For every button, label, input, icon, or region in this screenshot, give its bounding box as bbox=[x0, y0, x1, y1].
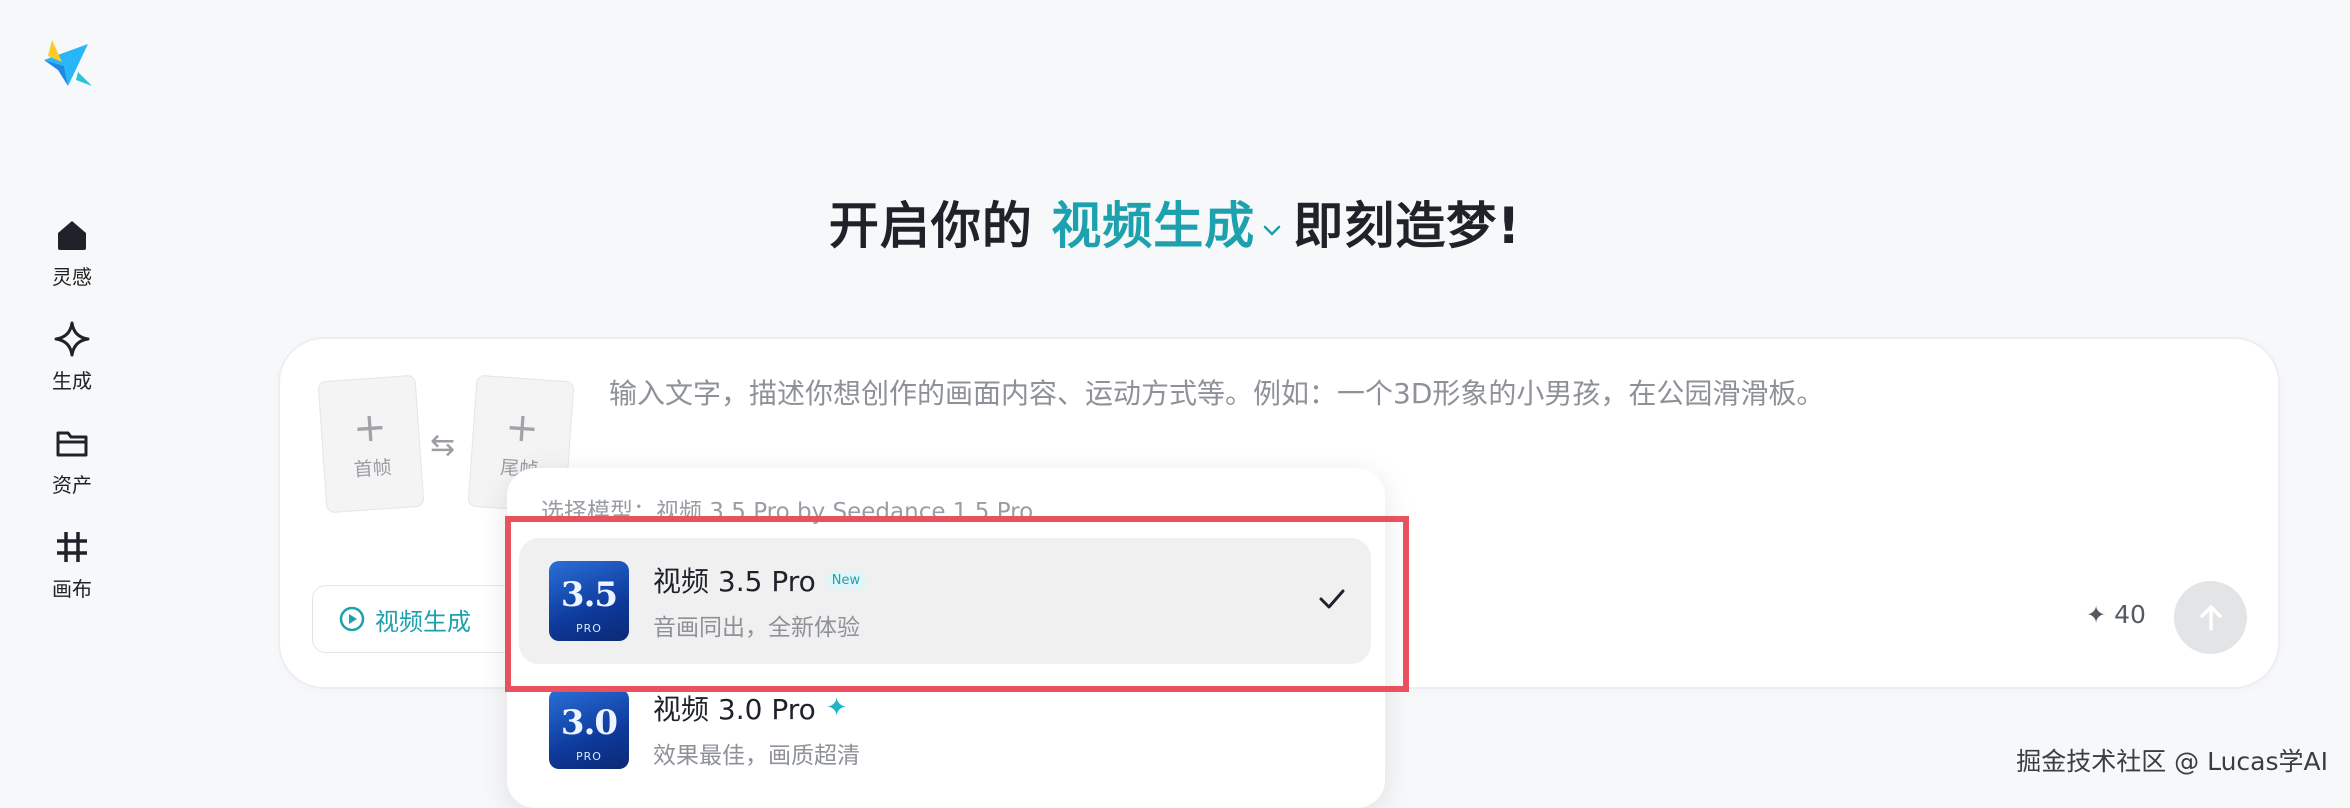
credits-counter: ✦ 40 bbox=[2086, 600, 2146, 629]
swap-frames-icon[interactable]: ⇆ bbox=[430, 428, 455, 463]
plus-icon: + bbox=[503, 403, 541, 452]
sparkle-icon: ✦ bbox=[825, 693, 848, 723]
first-frame-label: 首帧 bbox=[352, 456, 393, 481]
thumbnail-tier: PRO bbox=[576, 622, 602, 635]
sidebar-item-label: 灵感 bbox=[52, 265, 92, 289]
model-thumbnail: 3.0 PRO bbox=[549, 689, 629, 769]
model-thumbnail: 3.5 PRO bbox=[549, 561, 629, 641]
thumbnail-version: 3.5 bbox=[560, 575, 618, 615]
model-option-3-0-pro[interactable]: 3.0 PRO 视频 3.0 Pro ✦ 效果最佳，画质超清 bbox=[519, 666, 1371, 792]
mode-switcher-label: 视频生成 bbox=[1051, 197, 1256, 255]
send-button[interactable] bbox=[2174, 581, 2247, 654]
sparkle-icon bbox=[54, 321, 90, 357]
sidebar-item-assets[interactable]: 资产 bbox=[30, 423, 114, 527]
video-play-icon bbox=[339, 606, 365, 632]
sidebar-item-canvas[interactable]: 画布 bbox=[30, 527, 114, 631]
spark-icon: ✦ bbox=[2086, 600, 2107, 629]
chevron-down-icon bbox=[1264, 225, 1281, 236]
model-description: 音画同出，全新体验 bbox=[653, 615, 860, 641]
model-option-3-5-pro[interactable]: 3.5 PRO 视频 3.5 Pro New 音画同出，全新体验 bbox=[519, 538, 1371, 664]
folder-icon bbox=[56, 431, 88, 457]
sidebar-item-label: 画布 bbox=[52, 577, 92, 601]
sidebar-item-label: 资产 bbox=[52, 473, 92, 497]
dropdown-header: 选择模型：视频 3.5 Pro by Seedance 1.5 Pro bbox=[541, 499, 1034, 525]
new-badge: New bbox=[825, 571, 867, 589]
page-title: 开启你的 视频生成 即刻造梦! bbox=[0, 186, 2350, 258]
sidebar-item-label: 生成 bbox=[52, 369, 92, 393]
app-logo-icon[interactable] bbox=[38, 36, 94, 92]
arrow-up-icon bbox=[2199, 604, 2222, 631]
sidebar: 灵感 生成 资产 画布 bbox=[30, 215, 114, 631]
thumbnail-version: 3.0 bbox=[560, 703, 618, 743]
thumbnail-tier: PRO bbox=[576, 750, 602, 763]
credits-value: 40 bbox=[2114, 600, 2146, 629]
model-dropdown: 选择模型：视频 3.5 Pro by Seedance 1.5 Pro 3.5 … bbox=[507, 468, 1385, 808]
sidebar-item-generate[interactable]: 生成 bbox=[30, 319, 114, 423]
model-name: 视频 3.0 Pro bbox=[653, 693, 816, 726]
watermark: 掘金技术社区 @ Lucas学AI bbox=[2016, 747, 2328, 776]
generation-mode-label: 视频生成 bbox=[375, 607, 471, 636]
title-suffix: 即刻造梦! bbox=[1293, 197, 1522, 255]
mode-switcher[interactable]: 视频生成 bbox=[1051, 197, 1293, 255]
title-prefix: 开启你的 bbox=[828, 197, 1033, 255]
generation-mode-button[interactable]: 视频生成 bbox=[312, 585, 517, 653]
first-frame-upload[interactable]: + 首帧 bbox=[317, 374, 425, 514]
canvas-grid-icon bbox=[57, 532, 87, 562]
prompt-input[interactable] bbox=[607, 372, 2111, 414]
model-description: 效果最佳，画质超清 bbox=[653, 743, 860, 769]
plus-icon: + bbox=[351, 403, 389, 452]
model-name: 视频 3.5 Pro bbox=[653, 565, 816, 598]
checkmark-icon bbox=[1319, 589, 1345, 609]
